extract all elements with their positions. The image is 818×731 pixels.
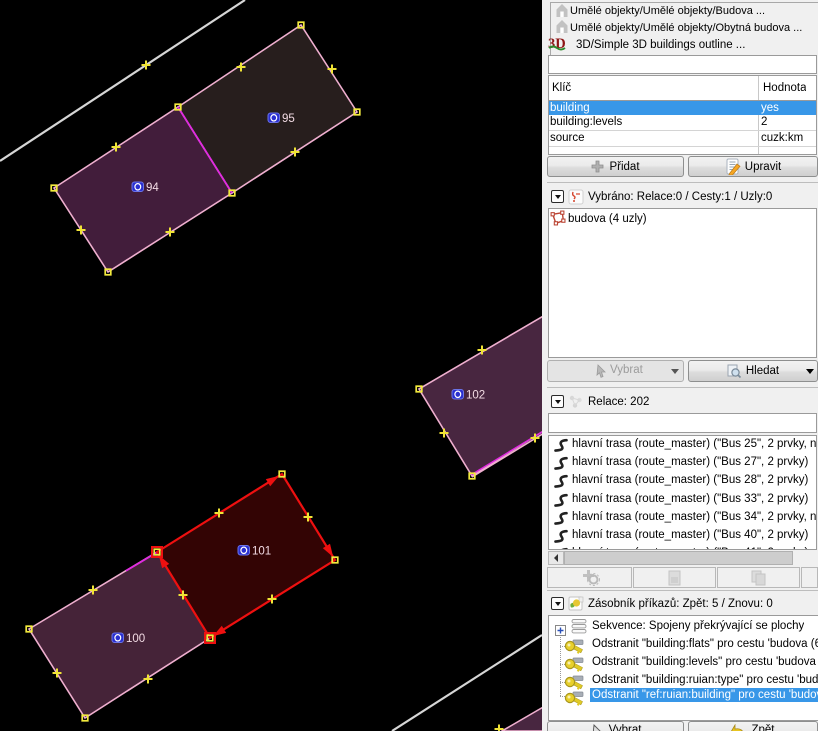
- svg-text:102: 102: [466, 390, 485, 402]
- svg-text:100: 100: [126, 633, 145, 645]
- svg-text:95: 95: [282, 113, 295, 125]
- svg-text:101: 101: [252, 546, 271, 558]
- svg-text:94: 94: [146, 182, 159, 194]
